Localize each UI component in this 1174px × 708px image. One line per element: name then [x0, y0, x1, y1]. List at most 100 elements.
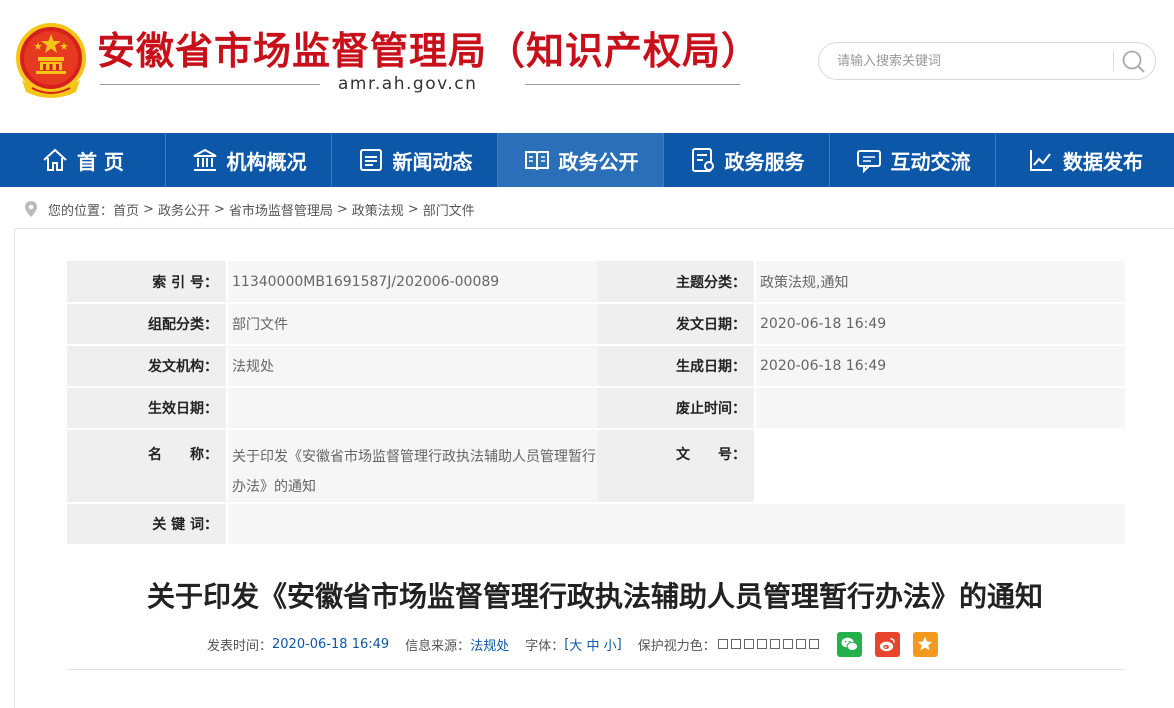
article-info-bar: 发表时间： 2020-06-18 16:49 信息来源： 法规处 字体： [ 大… — [207, 631, 938, 657]
color-swatch[interactable] — [769, 639, 780, 649]
generated-date-value: 2020-06-18 16:49 — [755, 345, 1125, 388]
breadcrumb-prefix: 您的位置： — [48, 203, 114, 219]
site-domain: amr.ah.gov.cn — [338, 74, 478, 94]
nav-item-services[interactable]: 政务服务 — [664, 133, 830, 187]
table-row: 名 称： 关于印发《安徽省市场监督管理行政执法辅助人员管理暂行办法》的通知 文 … — [67, 429, 1125, 504]
color-swatch[interactable] — [808, 639, 819, 649]
group-category-label: 组配分类： — [67, 303, 228, 346]
font-medium-link[interactable]: 中 — [586, 635, 599, 654]
color-swatch[interactable] — [756, 639, 767, 649]
document-metadata-table: 索 引 号： 11340000MB1691587J/202006-00089 主… — [67, 261, 1125, 546]
article-title: 关于印发《安徽省市场监督管理行政执法辅助人员管理暂行办法》的通知 — [146, 580, 1043, 613]
nav-label: 数据发布 — [1063, 149, 1143, 174]
nav-item-home[interactable]: 首 页 — [0, 133, 166, 187]
color-swatch[interactable] — [730, 639, 741, 649]
nav-item-data-release[interactable]: 数据发布 — [996, 133, 1174, 187]
nav-item-interaction[interactable]: 互动交流 — [830, 133, 996, 187]
site-title: 安徽省市场监督管理局（知识产权局） — [97, 29, 761, 73]
document-name-label: 名 称： — [67, 429, 228, 504]
keywords-label: 关 键 词： — [67, 503, 228, 546]
breadcrumb-link[interactable]: 部门文件 — [423, 200, 475, 219]
issue-date-label: 发文日期： — [597, 303, 756, 346]
issuer-value: 法规处 — [227, 345, 597, 388]
breadcrumb-link[interactable]: 政务公开 — [158, 200, 210, 219]
abolish-date-value — [755, 387, 1125, 430]
breadcrumb-link[interactable]: 政策法规 — [352, 200, 404, 219]
color-swatch[interactable] — [717, 639, 728, 649]
topic-category-value: 政策法规,通知 — [755, 261, 1125, 304]
document-name-value: 关于印发《安徽省市场监督管理行政执法辅助人员管理暂行办法》的通知 — [227, 429, 597, 504]
effective-date-label: 生效日期： — [67, 387, 228, 430]
divider-line — [525, 84, 740, 85]
line-chart-icon — [1030, 150, 1052, 171]
eye-protection-label: 保护视力色： — [637, 638, 716, 654]
content-divider — [67, 669, 1125, 670]
search-separator — [1113, 51, 1114, 71]
table-row: 组配分类： 部门文件 发文日期： 2020-06-18 16:49 — [67, 303, 1125, 346]
service-document-icon — [691, 148, 714, 172]
document-number-label: 文 号： — [597, 429, 756, 504]
document-number-value — [755, 429, 1125, 504]
nav-item-government-affairs[interactable]: 政务公开 — [498, 133, 664, 187]
effective-date-value — [227, 387, 597, 430]
nav-item-institution[interactable]: 机构概况 — [166, 133, 332, 187]
table-row: 关 键 词： — [67, 503, 1125, 546]
search-input[interactable] — [837, 51, 1107, 71]
search-box — [818, 42, 1156, 80]
search-icon — [1122, 50, 1145, 73]
color-swatch[interactable] — [782, 639, 793, 649]
weibo-share-button[interactable] — [874, 631, 900, 657]
star-icon — [918, 636, 933, 651]
breadcrumb-separator: > — [336, 201, 348, 217]
breadcrumb-link[interactable]: 首页 — [113, 200, 139, 219]
breadcrumb-separator: > — [213, 201, 225, 217]
wechat-icon — [841, 637, 858, 651]
issue-date-value: 2020-06-18 16:49 — [755, 303, 1125, 346]
table-row: 生效日期： 废止时间： — [67, 387, 1125, 430]
topic-category-label: 主题分类： — [597, 261, 756, 304]
site-header: 安徽省市场监督管理局（知识产权局） amr.ah.gov.cn — [0, 0, 1174, 133]
search-button[interactable] — [1119, 47, 1149, 77]
chat-icon — [856, 150, 881, 174]
color-swatch[interactable] — [743, 639, 754, 649]
font-small-link[interactable]: 小 — [604, 635, 617, 654]
nav-label: 政务服务 — [724, 149, 805, 174]
breadcrumb-separator: > — [143, 201, 154, 217]
abolish-date-label: 废止时间： — [597, 387, 756, 430]
generated-date-label: 生成日期： — [597, 345, 756, 388]
color-swatch[interactable] — [795, 639, 806, 649]
share-buttons — [836, 631, 938, 657]
nav-label: 政务公开 — [558, 149, 639, 174]
breadcrumb-link[interactable]: 省市场监督管理局 — [229, 200, 333, 219]
breadcrumb-separator: > — [407, 201, 419, 217]
nav-label: 首 页 — [77, 149, 124, 174]
publish-time-label: 发表时间： — [207, 638, 273, 654]
location-pin-icon — [25, 201, 37, 217]
home-icon — [43, 148, 67, 171]
font-size-label: 字体： — [525, 638, 565, 654]
font-large-link[interactable]: 大 — [569, 635, 582, 654]
newspaper-icon — [359, 149, 382, 171]
content-panel: 索 引 号： 11340000MB1691587J/202006-00089 主… — [14, 228, 1174, 708]
favorite-button[interactable] — [912, 631, 938, 657]
main-nav: 首 页 机构概况 新闻动态 政务公开 政务服务 互动交流 数据发布 — [0, 133, 1174, 187]
weibo-icon — [879, 637, 895, 651]
keywords-value — [227, 503, 1125, 546]
eye-color-swatches — [717, 639, 819, 649]
wechat-share-button[interactable] — [836, 631, 862, 657]
breadcrumb: 您的位置： 首页 > 政务公开 > 省市场监督管理局 > 政策法规 > 部门文件 — [24, 200, 475, 219]
publish-time-value: 2020-06-18 16:49 — [272, 636, 390, 652]
domain-row: amr.ah.gov.cn — [100, 74, 740, 94]
issuer-label: 发文机构： — [67, 345, 228, 388]
font-size-bracket: ] — [616, 636, 622, 652]
open-book-icon — [524, 151, 549, 171]
source-label: 信息来源： — [405, 638, 471, 654]
index-number-value: 11340000MB1691587J/202006-00089 — [227, 261, 597, 304]
table-row: 发文机构： 法规处 生成日期： 2020-06-18 16:49 — [67, 345, 1125, 388]
nav-label: 新闻动态 — [392, 149, 473, 174]
source-value: 法规处 — [470, 638, 510, 654]
divider-line — [100, 84, 320, 85]
table-row: 索 引 号： 11340000MB1691587J/202006-00089 主… — [67, 261, 1125, 304]
index-number-label: 索 引 号： — [67, 261, 228, 304]
nav-item-news[interactable]: 新闻动态 — [332, 133, 498, 187]
